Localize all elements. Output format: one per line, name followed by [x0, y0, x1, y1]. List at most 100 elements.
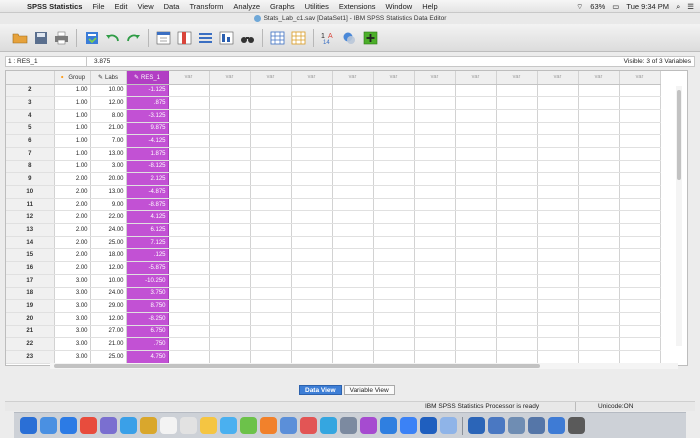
empty-cell[interactable] — [332, 185, 374, 199]
cell-labs[interactable]: 12.00 — [90, 312, 127, 326]
empty-cell[interactable] — [291, 350, 333, 364]
empty-cell[interactable] — [291, 160, 333, 174]
empty-cell[interactable] — [209, 198, 251, 212]
empty-cell[interactable] — [168, 96, 210, 110]
empty-cell[interactable] — [537, 261, 579, 275]
row-number[interactable]: 16 — [6, 261, 55, 275]
empty-cell[interactable] — [414, 185, 456, 199]
empty-cell[interactable] — [578, 147, 620, 161]
empty-cell[interactable] — [578, 287, 620, 301]
select-cases-icon[interactable] — [361, 28, 380, 47]
empty-cell[interactable] — [168, 172, 210, 186]
empty-variable-header[interactable]: var — [578, 71, 620, 85]
empty-cell[interactable] — [291, 236, 333, 250]
vertical-scroll-thumb[interactable] — [677, 90, 681, 180]
empty-cell[interactable] — [496, 274, 538, 288]
empty-cell[interactable] — [291, 134, 333, 148]
cell-labs[interactable]: 10.00 — [90, 274, 127, 288]
empty-cell[interactable] — [619, 109, 661, 123]
empty-cell[interactable] — [414, 287, 456, 301]
empty-variable-header[interactable]: var — [619, 71, 661, 85]
empty-cell[interactable] — [414, 160, 456, 174]
empty-cell[interactable] — [619, 299, 661, 313]
empty-cell[interactable] — [209, 287, 251, 301]
cell-res1[interactable]: 6.750 — [126, 325, 169, 339]
insert-cases-icon[interactable] — [268, 28, 287, 47]
empty-cell[interactable] — [537, 185, 579, 199]
empty-cell[interactable] — [414, 312, 456, 326]
empty-cell[interactable] — [496, 160, 538, 174]
row-number[interactable]: 15 — [6, 248, 55, 263]
empty-cell[interactable] — [250, 312, 292, 326]
empty-cell[interactable] — [537, 134, 579, 148]
empty-cell[interactable] — [537, 109, 579, 123]
empty-variable-header[interactable]: var — [373, 71, 415, 85]
cell-group[interactable]: 3.00 — [54, 287, 91, 301]
empty-cell[interactable] — [250, 122, 292, 136]
empty-cell[interactable] — [168, 312, 210, 326]
empty-cell[interactable] — [578, 96, 620, 110]
cell-res1[interactable]: 4.125 — [126, 210, 169, 225]
cell-group[interactable]: 3.00 — [54, 299, 91, 313]
empty-cell[interactable] — [373, 236, 415, 250]
empty-cell[interactable] — [496, 134, 538, 148]
empty-cell[interactable] — [291, 96, 333, 110]
empty-cell[interactable] — [209, 223, 251, 237]
empty-cell[interactable] — [373, 198, 415, 212]
empty-cell[interactable] — [250, 337, 292, 351]
empty-cell[interactable] — [373, 147, 415, 161]
empty-cell[interactable] — [619, 223, 661, 237]
cell-labs[interactable]: 8.00 — [90, 109, 127, 123]
cell-group[interactable]: 2.00 — [54, 223, 91, 237]
app-menu[interactable]: SPSS Statistics — [22, 2, 87, 11]
empty-cell[interactable] — [250, 287, 292, 301]
vertical-scrollbar[interactable] — [676, 86, 682, 346]
empty-cell[interactable] — [578, 299, 620, 313]
dock-app-icon[interactable] — [80, 417, 97, 434]
empty-cell[interactable] — [332, 96, 374, 110]
empty-cell[interactable] — [578, 337, 620, 351]
empty-cell[interactable] — [619, 172, 661, 186]
dock-app-icon[interactable] — [380, 417, 397, 434]
open-icon[interactable] — [10, 28, 29, 47]
cell-res1[interactable]: -8.875 — [126, 198, 169, 212]
empty-cell[interactable] — [332, 350, 374, 364]
empty-cell[interactable] — [291, 274, 333, 288]
empty-cell[interactable] — [578, 84, 620, 98]
empty-cell[interactable] — [537, 96, 579, 110]
battery-icon[interactable]: ▭ — [612, 2, 619, 11]
dock-app-icon[interactable] — [340, 417, 357, 434]
empty-cell[interactable] — [578, 109, 620, 123]
row-number[interactable]: 13 — [6, 223, 55, 237]
empty-cell[interactable] — [537, 350, 579, 364]
empty-cell[interactable] — [250, 185, 292, 199]
empty-cell[interactable] — [332, 147, 374, 161]
dock-app-icon[interactable] — [120, 417, 137, 434]
empty-variable-header[interactable]: var — [168, 71, 210, 85]
empty-cell[interactable] — [496, 122, 538, 136]
row-number[interactable]: 23 — [6, 350, 55, 364]
empty-cell[interactable] — [578, 248, 620, 263]
empty-cell[interactable] — [209, 248, 251, 263]
empty-cell[interactable] — [578, 122, 620, 136]
empty-cell[interactable] — [578, 160, 620, 174]
empty-cell[interactable] — [578, 185, 620, 199]
empty-variable-header[interactable]: var — [291, 71, 333, 85]
empty-cell[interactable] — [496, 312, 538, 326]
empty-cell[interactable] — [209, 109, 251, 123]
dock-app-icon[interactable] — [240, 417, 257, 434]
menu-graphs[interactable]: Graphs — [265, 2, 300, 11]
empty-cell[interactable] — [291, 299, 333, 313]
row-number[interactable]: 22 — [6, 337, 55, 351]
tab-variable-view[interactable]: Variable View — [343, 385, 395, 395]
empty-cell[interactable] — [537, 299, 579, 313]
empty-cell[interactable] — [537, 84, 579, 98]
cell-res1[interactable]: 9.875 — [126, 122, 169, 136]
empty-cell[interactable] — [619, 287, 661, 301]
cell-res1[interactable]: .750 — [126, 337, 169, 351]
menu-transform[interactable]: Transform — [184, 2, 228, 11]
empty-cell[interactable] — [250, 299, 292, 313]
cell-labs[interactable]: 3.00 — [90, 160, 127, 174]
column-header-group[interactable]: 🔸 Group — [54, 71, 91, 85]
cell-labs[interactable]: 24.00 — [90, 223, 127, 237]
